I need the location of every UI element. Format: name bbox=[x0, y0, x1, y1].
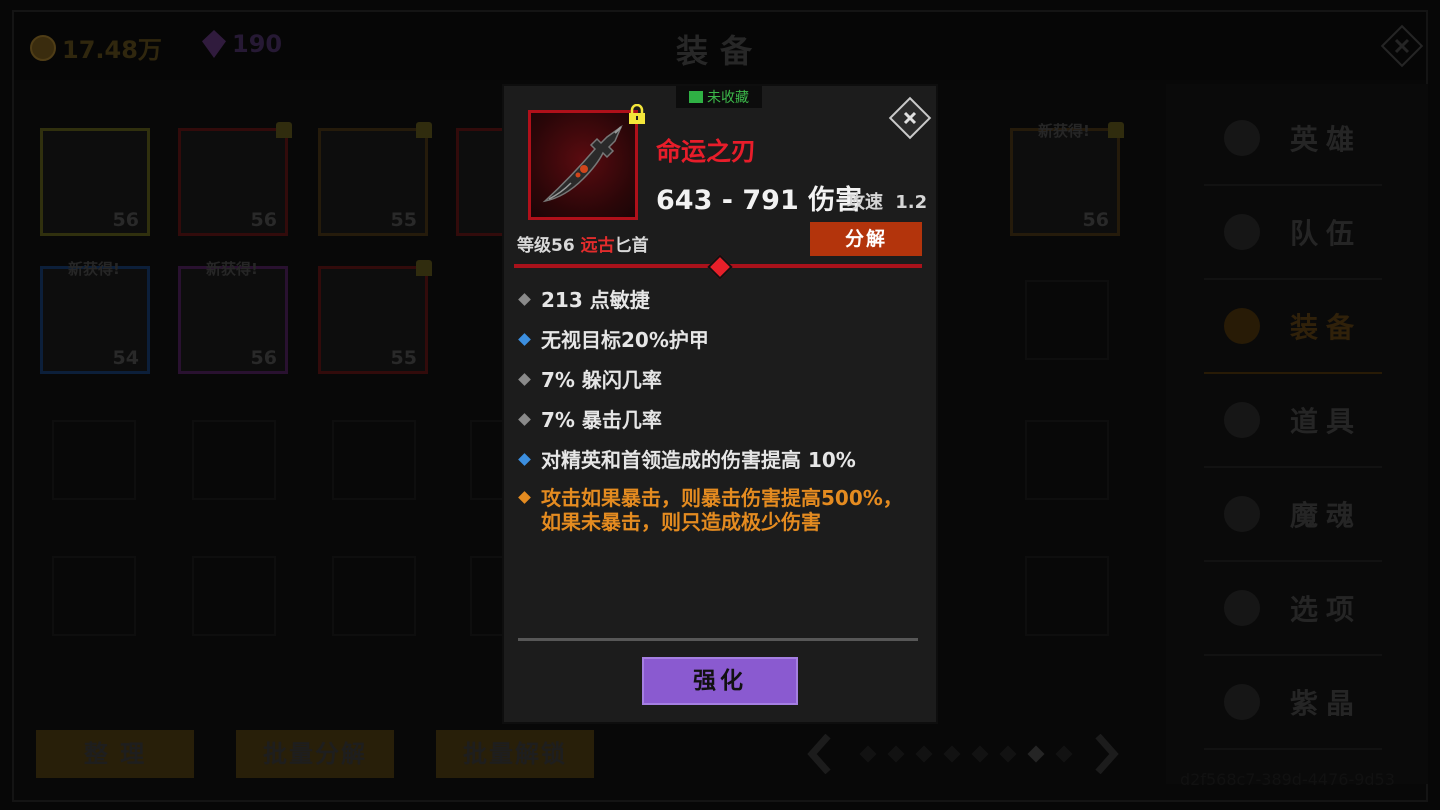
upgrade-button[interactable]: 强化 bbox=[642, 657, 798, 705]
collection-status: 未收藏 bbox=[676, 86, 762, 108]
item-type: 匕首 bbox=[614, 236, 649, 256]
legendary-effect: 攻击如果暴击，则暴击伤害提高500%， 如果未暴击，则只造成极少伤害 bbox=[518, 486, 903, 534]
legendary-bullet bbox=[518, 491, 531, 504]
stat-text: 213 点敏捷 bbox=[541, 288, 650, 312]
stat-text: 7% 躲闪几率 bbox=[541, 368, 662, 392]
item-rarity: 远古 bbox=[580, 236, 615, 256]
stat-bullet bbox=[518, 373, 531, 386]
stat-bullet bbox=[518, 293, 531, 306]
item-level: 等级56 bbox=[517, 236, 575, 256]
item-level-type: 等级56 远古匕首 bbox=[517, 231, 649, 256]
stat-line: 213 点敏捷 bbox=[518, 284, 650, 313]
decompose-button[interactable]: 分解 bbox=[810, 222, 922, 256]
stat-line: 7% 暴击几率 bbox=[518, 404, 662, 433]
stat-text: 对精英和首领造成的伤害提高 10% bbox=[541, 448, 856, 472]
attack-speed: 攻速 1.2 bbox=[847, 188, 927, 214]
stat-text: 7% 暴击几率 bbox=[541, 408, 662, 432]
stat-text: 无视目标20%护甲 bbox=[541, 328, 709, 352]
stat-bullet bbox=[518, 413, 531, 426]
dagger-icon bbox=[542, 124, 623, 203]
stat-line: 无视目标20%护甲 bbox=[518, 324, 709, 353]
item-damage: 643 - 791 伤害 bbox=[656, 185, 863, 216]
legendary-effect-line-1: 攻击如果暴击，则暴击伤害提高500%， bbox=[541, 486, 903, 510]
close-icon[interactable] bbox=[888, 96, 932, 140]
lock-icon[interactable] bbox=[628, 104, 646, 124]
attack-speed-value: 1.2 bbox=[895, 192, 928, 213]
stat-line: 7% 躲闪几率 bbox=[518, 364, 662, 393]
item-icon-frame bbox=[528, 110, 638, 220]
item-name: 命运之刃 bbox=[656, 137, 757, 166]
legendary-effect-line-2: 如果未暴击，则只造成极少伤害 bbox=[541, 510, 821, 534]
attack-speed-label: 攻速 bbox=[847, 192, 883, 213]
stat-bullet bbox=[518, 453, 531, 466]
book-icon bbox=[689, 91, 703, 103]
game-screen: 17.48万 190 装备 5656555656新获得!54新获得!56新获得!… bbox=[0, 0, 1440, 810]
stat-bullet bbox=[518, 333, 531, 346]
collection-status-label: 未收藏 bbox=[707, 90, 749, 106]
stat-line: 对精英和首领造成的伤害提高 10% bbox=[518, 444, 856, 473]
separator bbox=[518, 638, 918, 641]
